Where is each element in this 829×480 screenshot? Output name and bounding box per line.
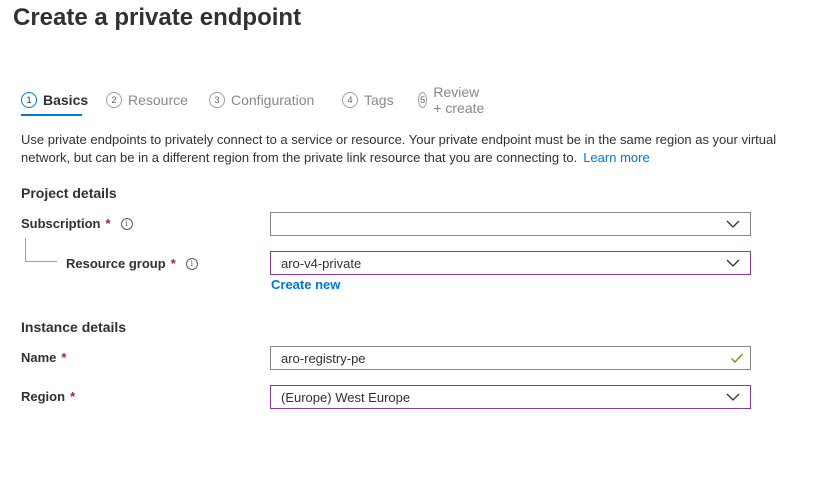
active-tab-indicator — [21, 114, 82, 116]
region-dropdown[interactable]: (Europe) West Europe — [270, 385, 751, 409]
tab-label: Basics — [43, 92, 89, 108]
step-number: 2 — [106, 92, 122, 108]
page-title: Create a private endpoint — [13, 4, 302, 31]
name-input[interactable]: aro-registry-pe — [270, 346, 751, 370]
tab-resource[interactable]: 2 Resource — [106, 90, 188, 110]
tab-label: Review + create — [433, 84, 485, 116]
checkmark-icon — [731, 353, 744, 364]
subscription-dropdown[interactable] — [270, 212, 751, 236]
chevron-down-icon — [726, 220, 740, 228]
tab-basics[interactable]: 1 Basics — [21, 90, 88, 110]
subscription-label-row: Subscription * i — [21, 216, 133, 231]
tab-label: Resource — [128, 92, 188, 108]
create-new-link[interactable]: Create new — [271, 277, 340, 292]
instance-details-title: Instance details — [21, 319, 127, 335]
tab-label: Tags — [364, 92, 394, 108]
resource-group-label-row: Resource group * i — [66, 256, 198, 271]
resource-group-label: Resource group — [66, 256, 166, 271]
step-number: 3 — [209, 92, 225, 108]
chevron-down-icon — [726, 393, 740, 401]
description-text: Use private endpoints to privately conne… — [21, 132, 777, 165]
resource-group-value: aro-v4-private — [281, 255, 362, 271]
required-marker: * — [61, 350, 67, 365]
tree-connector — [25, 238, 26, 261]
region-value: (Europe) West Europe — [281, 389, 411, 405]
info-icon[interactable]: i — [120, 217, 133, 230]
step-number: 5 — [418, 92, 428, 108]
name-label: Name — [21, 350, 57, 365]
required-marker: * — [70, 389, 76, 404]
resource-group-dropdown[interactable]: aro-v4-private — [270, 251, 751, 275]
learn-more-link[interactable]: Learn more — [583, 150, 649, 165]
tab-label: Configuration — [231, 92, 315, 108]
info-icon[interactable]: i — [185, 257, 198, 270]
subscription-label: Subscription — [21, 216, 101, 231]
region-label-row: Region * — [21, 389, 75, 404]
step-number: 4 — [342, 92, 358, 108]
region-label: Region — [21, 389, 66, 404]
tree-connector — [25, 261, 57, 262]
name-label-row: Name * — [21, 350, 66, 365]
required-marker: * — [105, 216, 111, 231]
project-details-title: Project details — [21, 185, 117, 201]
tab-review-create[interactable]: 5 Review + create — [418, 84, 486, 116]
name-value: aro-registry-pe — [281, 350, 366, 366]
step-number: 1 — [21, 92, 37, 108]
description: Use private endpoints to privately conne… — [21, 131, 781, 167]
required-marker: * — [170, 256, 176, 271]
tab-tags[interactable]: 4 Tags — [342, 90, 394, 110]
tab-configuration[interactable]: 3 Configuration — [209, 90, 314, 110]
chevron-down-icon — [726, 259, 740, 267]
